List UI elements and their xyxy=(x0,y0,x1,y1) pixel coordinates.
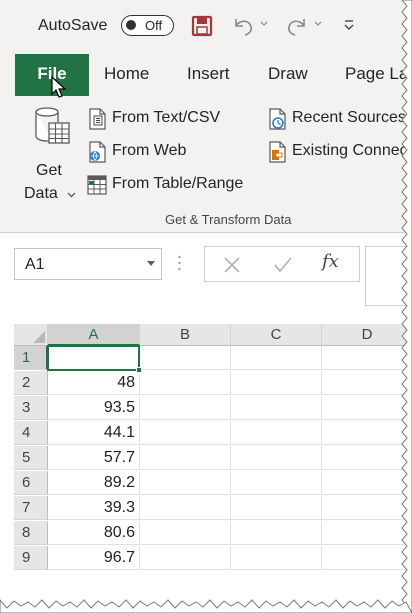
from-web-label: From Web xyxy=(112,142,187,159)
formula-buttons: fx xyxy=(204,246,360,282)
redo-dropdown-icon[interactable] xyxy=(313,19,323,29)
active-cell-border xyxy=(47,345,140,371)
tab-insert[interactable]: Insert xyxy=(187,52,230,96)
row-header-5[interactable]: 5 xyxy=(14,446,48,470)
cell-d6[interactable] xyxy=(322,471,412,495)
get-data-label: Get xyxy=(36,162,62,179)
autosave-label: AutoSave xyxy=(38,17,108,34)
row-header-4[interactable]: 4 xyxy=(14,421,48,445)
excel-window: AutoSave Off File Home Insert Draw Page … xyxy=(0,0,412,613)
cell-c6[interactable] xyxy=(231,471,322,495)
cell-b6[interactable] xyxy=(140,471,231,495)
from-table-range-label: From Table/Range xyxy=(112,175,244,192)
cell-c1[interactable] xyxy=(231,346,322,370)
existing-connections-label: Existing Connec xyxy=(292,142,408,159)
cell-d5[interactable] xyxy=(322,446,412,470)
cell-b2[interactable] xyxy=(140,371,231,395)
cell-c4[interactable] xyxy=(231,421,322,445)
cell-d7[interactable] xyxy=(322,496,412,520)
cell-b9[interactable] xyxy=(140,546,231,570)
cell-b3[interactable] xyxy=(140,396,231,420)
cell-b4[interactable] xyxy=(140,421,231,445)
column-header-d[interactable]: D xyxy=(322,324,412,346)
select-all-button[interactable] xyxy=(14,324,48,346)
cell-a6[interactable]: 89.2 xyxy=(48,471,140,495)
chevron-down-icon xyxy=(67,192,76,198)
cell-d3[interactable] xyxy=(322,396,412,420)
enter-check-icon[interactable] xyxy=(273,256,293,274)
cell-a9[interactable]: 96.7 xyxy=(48,546,140,570)
web-page-icon xyxy=(89,141,106,163)
cancel-icon[interactable] xyxy=(223,256,241,274)
cell-d9[interactable] xyxy=(322,546,412,570)
ribbon-panel: Get Data From Text/CSV From Web From Tab… xyxy=(0,96,412,233)
row-header-9[interactable]: 9 xyxy=(14,546,48,570)
cell-d1[interactable] xyxy=(322,346,412,370)
cell-c3[interactable] xyxy=(231,396,322,420)
customize-toolbar-icon[interactable] xyxy=(342,17,356,33)
mouse-pointer-icon xyxy=(51,76,67,98)
undo-dropdown-icon[interactable] xyxy=(259,19,269,29)
cell-a3[interactable]: 93.5 xyxy=(48,396,140,420)
cell-a5[interactable]: 57.7 xyxy=(48,446,140,470)
undo-icon[interactable] xyxy=(231,15,255,37)
recent-sources-label: Recent Sources xyxy=(292,109,406,126)
get-transform-group-label: Get & Transform Data xyxy=(165,212,292,227)
text-file-icon xyxy=(89,108,106,130)
save-icon[interactable] xyxy=(191,15,213,37)
redo-icon[interactable] xyxy=(285,15,309,37)
recent-sources-icon xyxy=(269,108,286,130)
cell-d8[interactable] xyxy=(322,521,412,545)
cell-c2[interactable] xyxy=(231,371,322,395)
cell-b5[interactable] xyxy=(140,446,231,470)
cell-a8[interactable]: 80.6 xyxy=(48,521,140,545)
row-header-6[interactable]: 6 xyxy=(14,471,48,495)
row-header-8[interactable]: 8 xyxy=(14,521,48,545)
from-text-csv-label: From Text/CSV xyxy=(112,109,221,126)
row-header-1[interactable]: 1 xyxy=(14,346,48,370)
cell-b7[interactable] xyxy=(140,496,231,520)
title-bar: AutoSave Off xyxy=(0,0,412,52)
column-header-a[interactable]: A xyxy=(48,324,140,346)
name-box-value: A1 xyxy=(25,256,45,273)
cell-d2[interactable] xyxy=(322,371,412,395)
autosave-toggle[interactable]: Off xyxy=(121,15,174,36)
get-data-label-2: Data xyxy=(24,185,58,202)
cell-b1[interactable] xyxy=(140,346,231,370)
autosave-state: Off xyxy=(145,18,163,33)
table-icon xyxy=(87,175,107,195)
column-header-b[interactable]: B xyxy=(140,324,231,346)
formula-bar: A1 fx xyxy=(0,233,412,319)
cell-c7[interactable] xyxy=(231,496,322,520)
tab-page-layout[interactable]: Page La xyxy=(345,52,408,96)
cell-c5[interactable] xyxy=(231,446,322,470)
fill-handle[interactable] xyxy=(136,367,142,373)
toggle-knob xyxy=(126,20,136,30)
worksheet-grid: A B C D 1 2 48 3 93.5 4 44.1 5 57.7 6 89.2 7 39.3 8 80… xyxy=(0,319,412,613)
database-table-icon xyxy=(35,107,70,144)
splitter-dots-icon[interactable] xyxy=(178,254,181,272)
get-data-button[interactable]: Get Data xyxy=(22,104,78,202)
insert-function-icon[interactable]: fx xyxy=(322,251,339,272)
cell-a7[interactable]: 39.3 xyxy=(48,496,140,520)
existing-connections-icon xyxy=(269,141,286,163)
cell-a4[interactable]: 44.1 xyxy=(48,421,140,445)
cell-c8[interactable] xyxy=(231,521,322,545)
row-header-3[interactable]: 3 xyxy=(14,396,48,420)
cell-a2[interactable]: 48 xyxy=(48,371,140,395)
cell-c9[interactable] xyxy=(231,546,322,570)
cell-d4[interactable] xyxy=(322,421,412,445)
formula-input[interactable] xyxy=(365,246,412,306)
cell-b8[interactable] xyxy=(140,521,231,545)
dropdown-arrow-icon[interactable] xyxy=(147,261,155,267)
row-header-2[interactable]: 2 xyxy=(14,371,48,395)
row-header-7[interactable]: 7 xyxy=(14,496,48,520)
column-header-c[interactable]: C xyxy=(231,324,322,346)
tab-home[interactable]: Home xyxy=(104,52,149,96)
tab-draw[interactable]: Draw xyxy=(268,52,308,96)
name-box[interactable]: A1 xyxy=(14,248,162,280)
